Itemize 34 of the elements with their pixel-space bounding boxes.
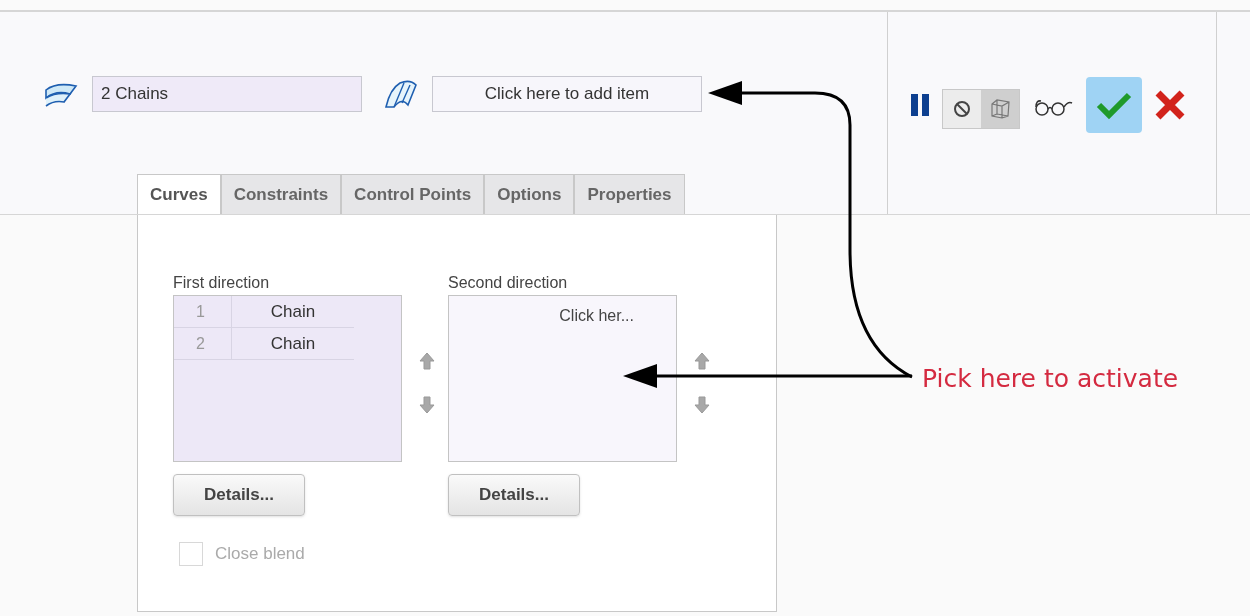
surface-icon — [382, 79, 420, 109]
move-up-icon[interactable] — [694, 351, 710, 370]
glasses-icon[interactable] — [1032, 97, 1074, 117]
checkmark-icon — [1096, 90, 1132, 120]
tab[interactable]: Properties — [574, 174, 685, 214]
tab[interactable]: Options — [484, 174, 575, 214]
row-number: 2 — [174, 328, 232, 359]
toggle-button[interactable] — [981, 90, 1019, 128]
details-button[interactable]: Details... — [448, 474, 580, 516]
tab[interactable]: Constraints — [220, 174, 342, 214]
mesh-icon — [989, 98, 1011, 120]
collector-list[interactable]: 1 Chain 2 Chain — [173, 295, 402, 462]
list-item[interactable]: Chain — [232, 298, 354, 325]
tab[interactable]: Control Points — [341, 174, 485, 214]
checkbox-label: Close blend — [215, 543, 305, 565]
move-down-icon[interactable] — [419, 395, 435, 414]
list-item[interactable]: Chain — [232, 330, 354, 357]
toggle-button[interactable] — [943, 90, 981, 128]
move-down-icon[interactable] — [694, 395, 710, 414]
direction-label: First direction — [173, 273, 271, 293]
collector-field[interactable]: Click here to add item — [432, 76, 702, 112]
tab[interactable]: Curves — [137, 174, 221, 214]
list-placeholder[interactable]: Click her... — [449, 296, 676, 328]
details-button[interactable]: Details... — [173, 474, 305, 516]
collector-list[interactable]: Click her... — [448, 295, 677, 462]
direction-label: Second direction — [448, 273, 569, 293]
pause-icon[interactable] — [910, 93, 930, 117]
row-number: 1 — [174, 296, 232, 327]
collector-field[interactable]: 2 Chains — [92, 76, 362, 112]
move-up-icon[interactable] — [419, 351, 435, 370]
ok-button[interactable] — [1086, 77, 1142, 133]
close-icon[interactable] — [1154, 89, 1186, 121]
annotation-text: Pick here to activate — [922, 363, 1179, 395]
prohibited-icon — [952, 99, 972, 119]
